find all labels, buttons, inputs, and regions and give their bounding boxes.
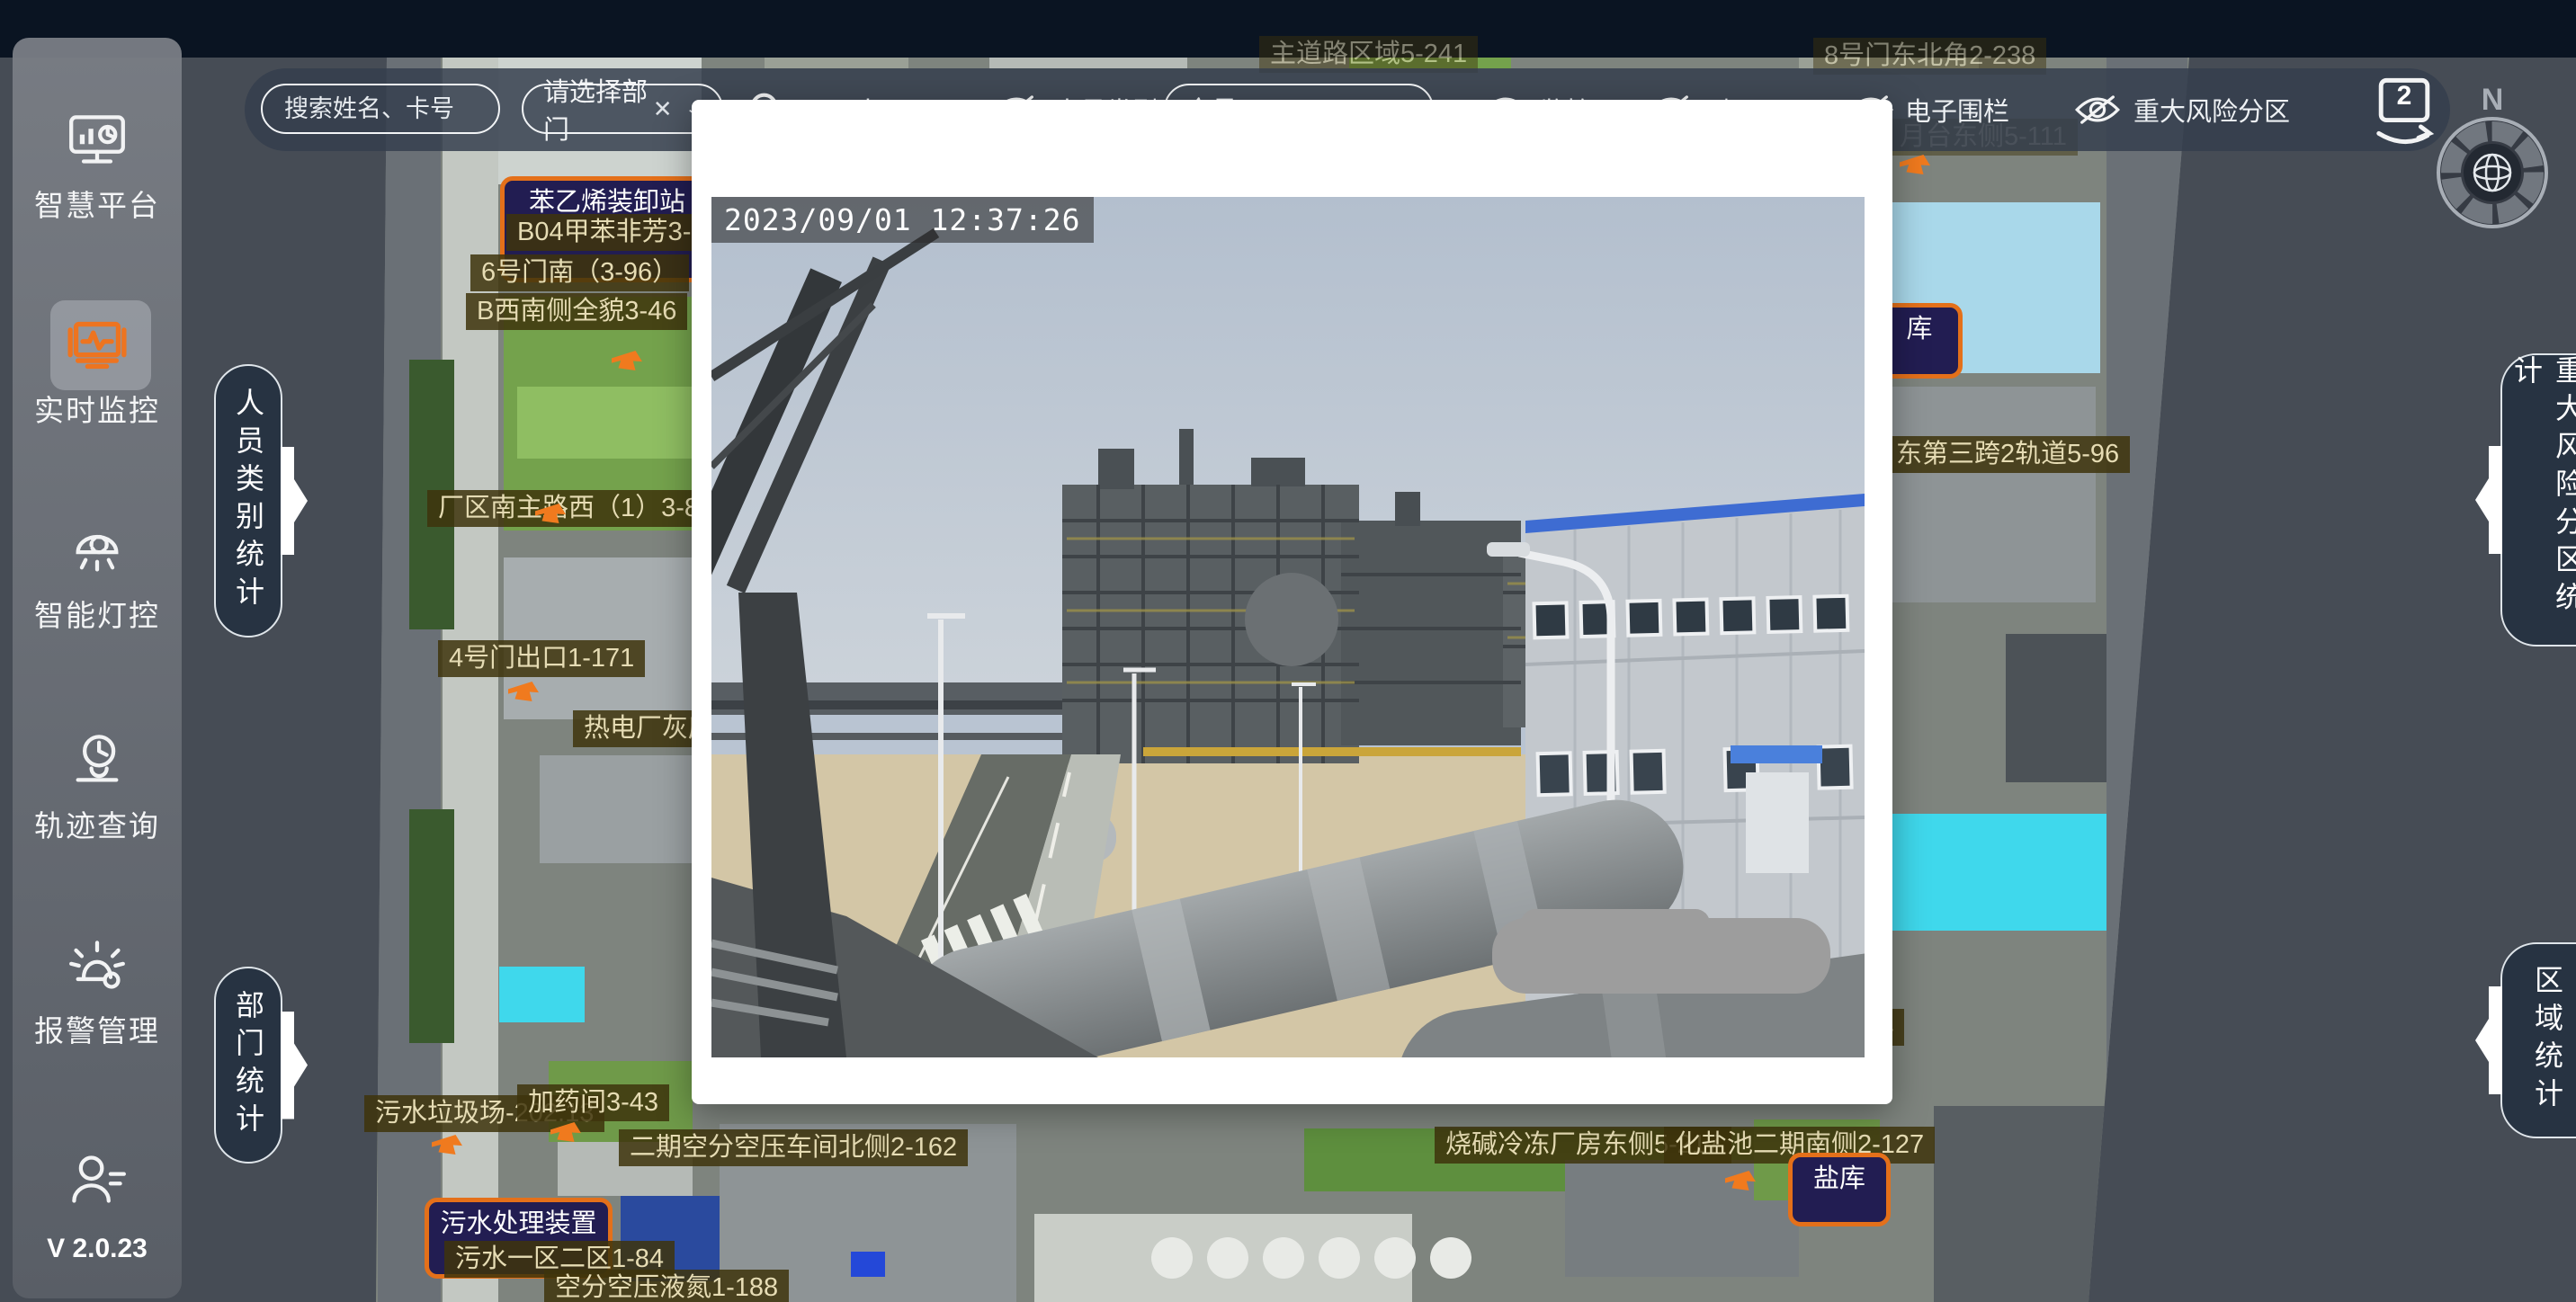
tab-label: 人员类别统计	[228, 388, 269, 614]
app-version: V 2.0.23	[13, 1234, 182, 1264]
eye-off-icon[interactable]	[2074, 68, 2121, 151]
smart-plant-platform: 苯乙烯装卸站B04甲苯非芳3-106号门南（3-96）B西南侧全貌3-46厂区南…	[0, 0, 2576, 1302]
dashboard-monitor-icon	[13, 111, 182, 169]
clear-icon[interactable]: ✕	[653, 95, 673, 123]
sidebar-item-label: 实时监控	[13, 387, 182, 430]
map-decor	[2106, 58, 2187, 1302]
realtime-monitor-icon	[13, 317, 182, 374]
tab-label: 区域统计	[2527, 965, 2568, 1116]
map-decor	[1875, 814, 2109, 931]
map-decor	[2006, 634, 2181, 782]
redaction-blur	[1492, 918, 1830, 994]
map-decor	[851, 1252, 885, 1277]
map-label[interactable]: 空分空压液氮1-188	[544, 1270, 789, 1302]
map-label[interactable]: 6号门南（3-96）	[470, 254, 689, 291]
map-decor	[1934, 1106, 2276, 1302]
map-label[interactable]: 4号门出口1-171	[438, 640, 645, 677]
map-decor	[504, 557, 693, 719]
map-decor	[1151, 1237, 1193, 1279]
tab-personnel-category-stats[interactable]: 人员类别统计	[214, 364, 282, 638]
map-decor	[517, 387, 697, 459]
sidebar-item-realtime-monitoring[interactable]: 实时监控	[13, 317, 182, 430]
person-list-icon	[13, 1151, 182, 1208]
sidebar: 智慧平台 实时监控 智能灯控	[13, 38, 182, 1298]
map-decor	[540, 755, 693, 863]
tab-department-stats[interactable]: 部门统计	[214, 967, 282, 1164]
search-input[interactable]	[282, 94, 479, 124]
smart-lamp-icon	[13, 522, 182, 579]
alarm-icon	[13, 937, 182, 994]
map-decor	[409, 809, 454, 1043]
map-decor	[1374, 1237, 1416, 1279]
sidebar-item-label: 智慧平台	[13, 182, 182, 225]
sidebar-item-label: 轨迹查询	[13, 802, 182, 845]
camera-snapshot: 2023/09/01 12:37:26	[711, 197, 1865, 1057]
sidebar-item-smart-lighting[interactable]: 智能灯控	[13, 522, 182, 635]
camera-feed-dialog: 化学品仓库南门口5-106 ✕	[692, 100, 1892, 1104]
map-decor	[1263, 1237, 1304, 1279]
sidebar-item-label: 报警管理	[13, 1007, 182, 1050]
track-query-icon	[13, 732, 182, 789]
map-decor	[499, 967, 585, 1022]
map-label[interactable]: B西南侧全貌3-46	[466, 293, 687, 330]
sidebar-item-smart-platform[interactable]: 智慧平台	[13, 111, 182, 225]
map-label[interactable]: 二期空分空压车间北侧2-162	[619, 1129, 968, 1166]
map-decor	[1871, 387, 2096, 602]
map-decor	[1319, 1237, 1360, 1279]
sidebar-item-alarm-management[interactable]: 报警管理	[13, 937, 182, 1050]
tab-area-stats[interactable]: 区域统计	[2500, 942, 2576, 1138]
toggle-electronic-fence[interactable]: 电子围栏	[1905, 68, 2009, 151]
compass-widget[interactable]: N	[2425, 83, 2560, 227]
sidebar-item-track-query[interactable]: 轨迹查询	[13, 732, 182, 845]
tab-label: 重大风险分区统计	[2506, 355, 2576, 645]
map-label[interactable]: 加药间3-43	[517, 1084, 669, 1121]
toggle-major-risk-zones[interactable]: 重大风险分区	[2133, 68, 2290, 151]
sidebar-item-personnel[interactable]	[13, 1151, 182, 1208]
map-label[interactable]: 厂区南主路西（1）3-85	[427, 490, 724, 527]
map-label[interactable]: 盐库	[1788, 1153, 1891, 1226]
map-decor	[1207, 1237, 1248, 1279]
tab-major-risk-zone-stats[interactable]: 重大风险分区统计	[2500, 353, 2576, 647]
map-decor	[1430, 1237, 1471, 1279]
sidebar-item-label: 智能灯控	[13, 592, 182, 635]
department-select-value: 请选择部门	[543, 71, 653, 147]
tab-label: 部门统计	[228, 990, 269, 1141]
search-input-wrap	[261, 84, 500, 134]
camera-timestamp: 2023/09/01 12:37:26	[711, 197, 1094, 243]
map-label[interactable]: 东第三跨2轨道5-96	[1885, 436, 2130, 473]
view-count-badge: 2	[2387, 81, 2421, 111]
